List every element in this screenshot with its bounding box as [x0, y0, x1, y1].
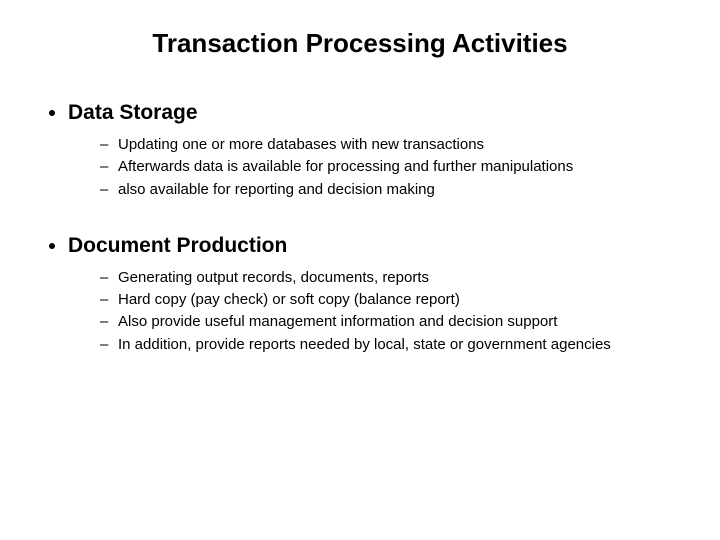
list-item: Also provide useful management informati…: [100, 312, 680, 332]
section-heading: Document Production: [68, 234, 287, 257]
section-document-production: Document Production Generating output re…: [68, 234, 680, 355]
list-item: In addition, provide reports needed by l…: [100, 335, 680, 355]
sub-bullet-list: Updating one or more databases with new …: [68, 135, 680, 200]
list-item: Hard copy (pay check) or soft copy (bala…: [100, 290, 680, 310]
bullet-list: Data Storage Updating one or more databa…: [40, 101, 680, 355]
section-heading: Data Storage: [68, 101, 198, 124]
section-data-storage: Data Storage Updating one or more databa…: [68, 101, 680, 200]
sub-bullet-list: Generating output records, documents, re…: [68, 268, 680, 355]
slide-title: Transaction Processing Activities: [40, 28, 680, 59]
list-item: Updating one or more databases with new …: [100, 135, 680, 155]
list-item: Afterwards data is available for process…: [100, 157, 680, 177]
list-item: also available for reporting and decisio…: [100, 180, 680, 200]
slide: Transaction Processing Activities Data S…: [0, 0, 720, 540]
list-item: Generating output records, documents, re…: [100, 268, 680, 288]
